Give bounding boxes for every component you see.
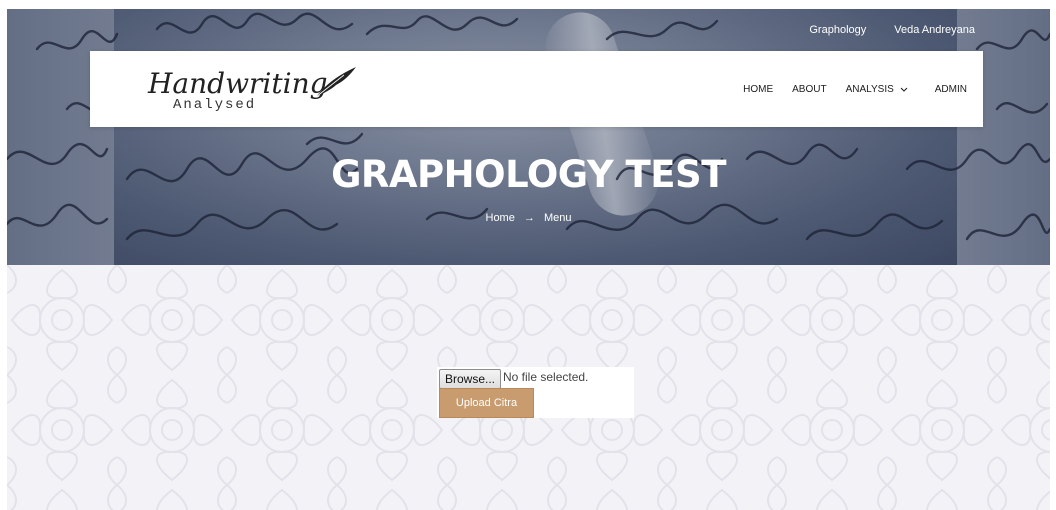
- hero-banner: Graphology Veda Andreyana Handwriting An…: [7, 9, 1050, 265]
- page-title: GRAPHOLOGY TEST: [331, 153, 726, 196]
- breadcrumb: Home → Menu: [7, 212, 1050, 224]
- nav-home[interactable]: HOME: [743, 84, 773, 95]
- nav-about[interactable]: ABOUT: [792, 84, 826, 95]
- top-links: Graphology Veda Andreyana: [809, 24, 975, 36]
- nav-admin[interactable]: ADMIN: [935, 84, 967, 95]
- chevron-down-icon: [900, 87, 908, 92]
- file-status-text: No file selected.: [503, 370, 589, 384]
- upload-form: Browse... No file selected. Upload Citra: [437, 367, 634, 418]
- nav-analysis-label: ANALYSIS: [845, 84, 894, 95]
- hero-overlay: [7, 9, 1050, 265]
- nav-analysis[interactable]: ANALYSIS: [846, 84, 908, 95]
- page: Graphology Veda Andreyana Handwriting An…: [7, 9, 1050, 510]
- upload-button[interactable]: Upload Citra: [439, 388, 534, 418]
- top-link-user[interactable]: Veda Andreyana: [894, 24, 975, 36]
- breadcrumb-current: Menu: [543, 212, 572, 224]
- logo-script-text: Handwriting: [148, 67, 328, 100]
- top-link-graphology[interactable]: Graphology: [809, 24, 866, 36]
- arrow-right-icon: →: [523, 212, 535, 224]
- browse-file-button[interactable]: Browse...: [439, 369, 502, 389]
- feather-icon: [315, 67, 356, 98]
- breadcrumb-home[interactable]: Home: [486, 212, 515, 224]
- main-nav: HOME ABOUT ANALYSIS ADMIN: [743, 84, 967, 95]
- site-logo[interactable]: Handwriting Analysed: [148, 67, 378, 115]
- navbar: Handwriting Analysed HOME ABOUT ANALYSIS…: [90, 51, 983, 127]
- logo-subtext: Analysed: [173, 97, 257, 113]
